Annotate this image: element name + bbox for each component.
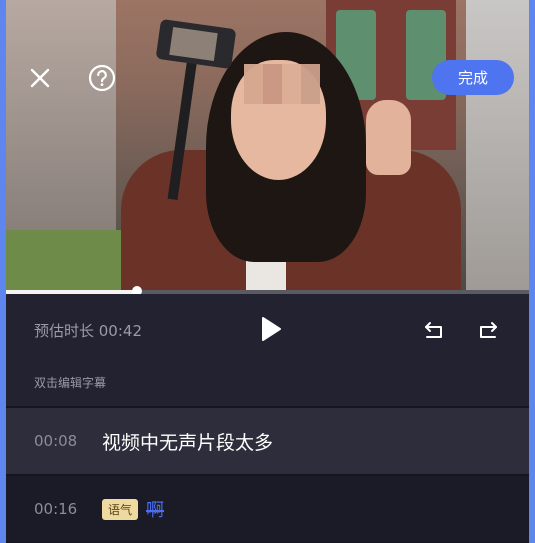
play-icon[interactable] (258, 314, 284, 344)
subtitle-time: 00:16 (34, 500, 78, 518)
playback-controls: 预估时长 00:42 双击编辑字幕 (6, 294, 529, 406)
help-icon[interactable] (88, 64, 116, 92)
undo-icon[interactable] (422, 318, 446, 342)
waving-hand (366, 100, 411, 175)
filler-word-tag: 语气 (102, 498, 139, 520)
subtitle-row[interactable]: 00:16 语气 啊 (6, 476, 529, 542)
redo-icon[interactable] (476, 318, 500, 342)
estimated-duration: 预估时长 00:42 (34, 322, 142, 340)
background-wall (466, 0, 529, 292)
close-icon[interactable] (28, 66, 52, 90)
removed-filler-word[interactable]: 啊 (146, 496, 164, 522)
subtitle-row[interactable]: 00:08 视频中无声片段太多 (6, 408, 529, 474)
edit-hint: 双击编辑字幕 (34, 376, 107, 390)
face-pixelation (244, 64, 320, 104)
editor-frame: 完成 预估时长 00:42 双击编辑字幕 00:08 视频中无声片段太多 00:… (6, 0, 529, 543)
video-preview[interactable]: 完成 (6, 0, 529, 292)
subtitle-text[interactable]: 视频中无声片段太多 (102, 428, 273, 455)
done-button[interactable]: 完成 (432, 60, 514, 95)
phone-screen (169, 27, 218, 61)
subtitle-time: 00:08 (34, 432, 78, 450)
